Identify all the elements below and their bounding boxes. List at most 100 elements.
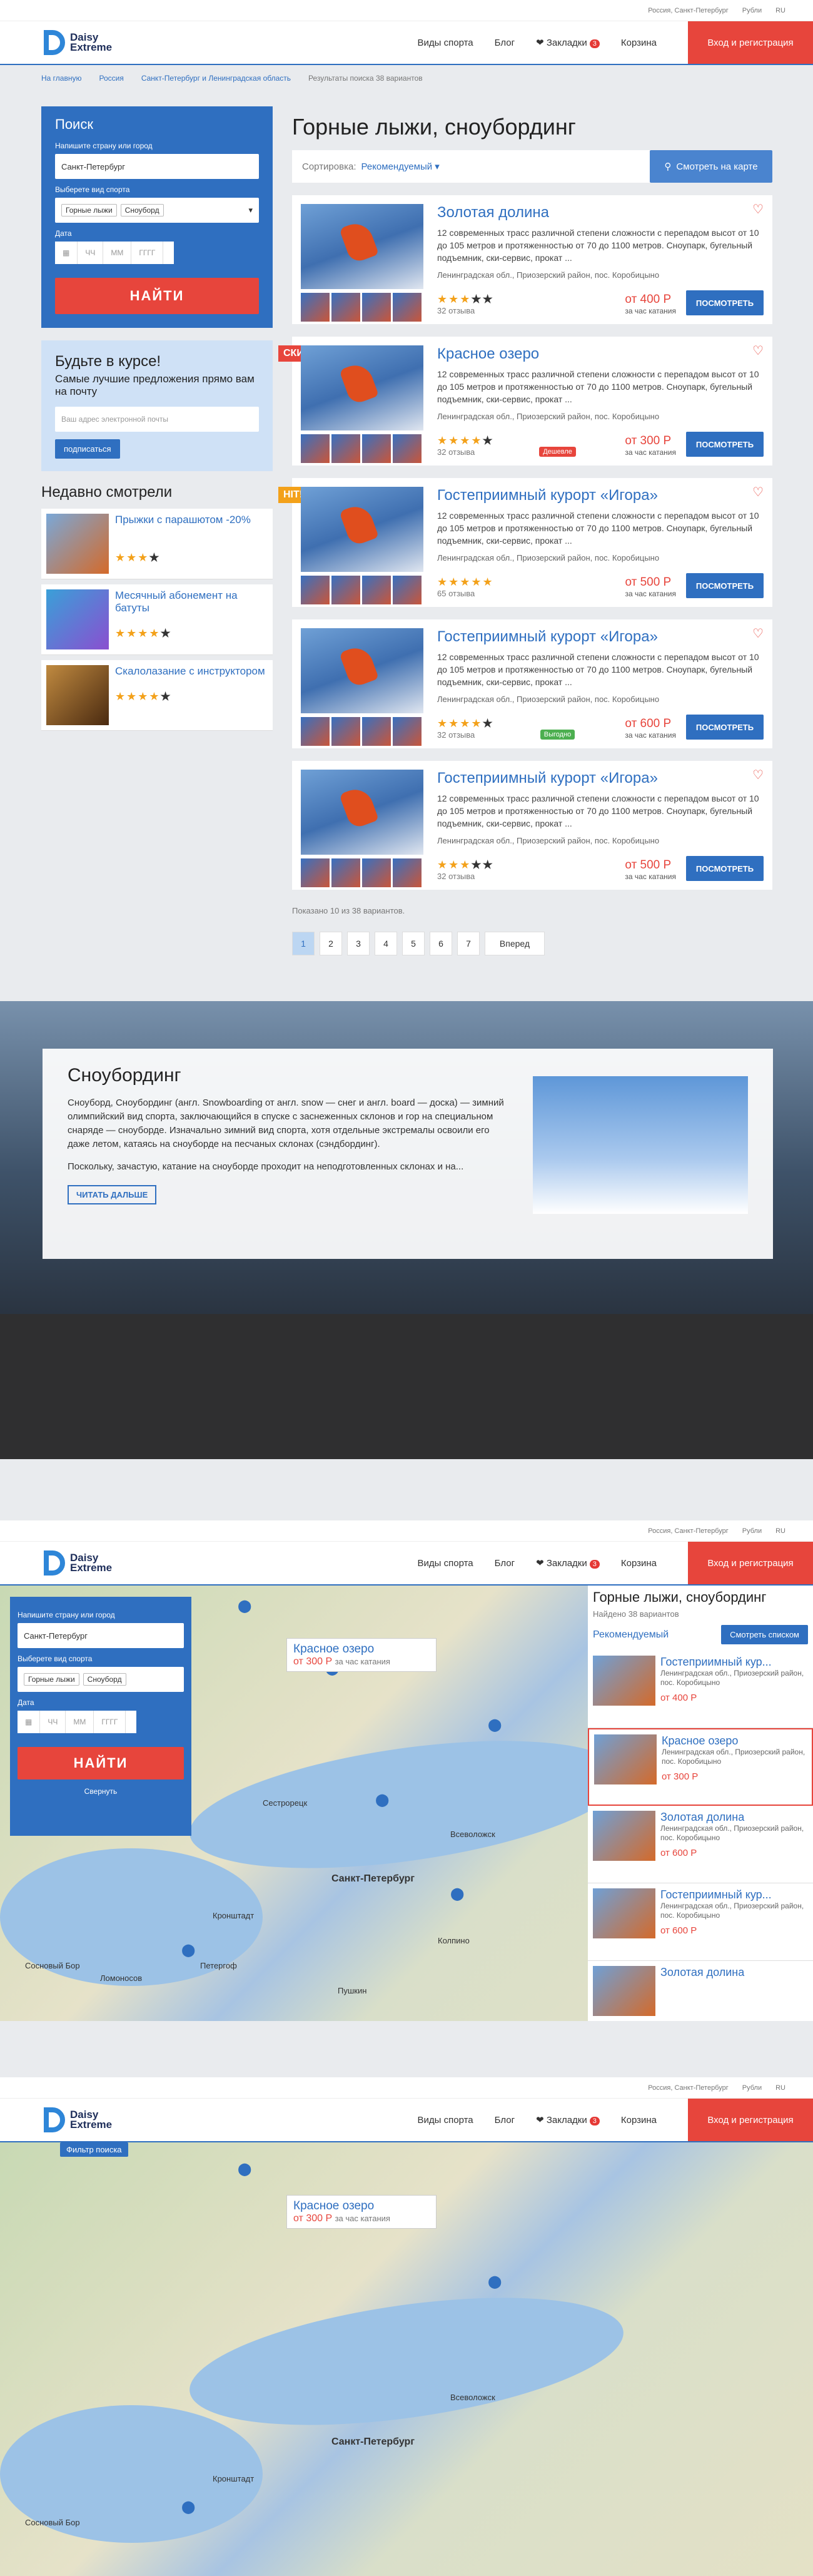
read-more-button[interactable]: ЧИТАТЬ ДАЛЬШЕ xyxy=(68,1185,157,1204)
date-year[interactable]: ГГГГ xyxy=(94,1711,126,1733)
crumb-home[interactable]: На главную xyxy=(41,74,81,83)
card-image[interactable] xyxy=(301,204,423,289)
filter-toggle-button[interactable]: Фильтр поиска xyxy=(60,2142,128,2157)
view-button[interactable]: ПОСМОТРЕТЬ xyxy=(686,573,764,598)
card-image[interactable] xyxy=(301,487,423,572)
sort-select[interactable]: Рекомендуемый xyxy=(593,1629,669,1641)
date-year[interactable]: ГГГГ xyxy=(131,242,164,264)
sport-select[interactable]: Горные лыжи Сноуборд xyxy=(18,1667,184,1692)
nav-cart[interactable]: Корзина xyxy=(621,38,657,48)
login-button[interactable]: Вход и регистрация xyxy=(688,1542,813,1584)
logo[interactable]: Daisy Extreme xyxy=(44,2107,112,2132)
nav-blog[interactable]: Блог xyxy=(495,38,515,48)
nav-cart[interactable]: Корзина xyxy=(621,2115,657,2125)
nav-bookmarks[interactable]: ❤ Закладки 3 xyxy=(536,2114,600,2125)
crumb-russia[interactable]: Россия xyxy=(99,74,123,83)
map-pin-icon[interactable]: ⬤ xyxy=(488,2274,502,2289)
calendar-icon[interactable]: ▦ xyxy=(55,242,78,264)
card-image[interactable] xyxy=(301,345,423,430)
page-link[interactable]: 1 xyxy=(292,932,315,955)
page-link[interactable]: 5 xyxy=(402,932,425,955)
view-button[interactable]: ПОСМОТРЕТЬ xyxy=(685,856,764,881)
language-select[interactable]: RU xyxy=(775,1527,785,1535)
map-pin-icon[interactable]: ⬤ xyxy=(375,1792,389,1808)
recent-item[interactable]: Скалолазание с инструктором ★★★★★ xyxy=(41,660,273,731)
sport-tag[interactable]: Горные лыжи xyxy=(61,204,117,216)
view-button[interactable]: ПОСМОТРЕТЬ xyxy=(685,715,764,740)
card-title[interactable]: Гостеприимный курорт «Игора» xyxy=(437,770,764,787)
result-card[interactable]: СКИДКА -20% Красное озеро12 современных … xyxy=(278,337,772,466)
card-title[interactable]: Золотая долина xyxy=(437,204,764,221)
card-thumb[interactable] xyxy=(362,293,391,322)
date-day[interactable]: ЧЧ xyxy=(40,1711,66,1733)
date-month[interactable]: ММ xyxy=(103,242,132,264)
currency-select[interactable]: Рубли xyxy=(742,7,762,14)
map-view[interactable]: Фильтр поиска Санкт-Петербург Кронштадт … xyxy=(0,2142,813,2576)
search-submit-button[interactable]: НАЙТИ xyxy=(55,278,259,314)
card-thumb[interactable] xyxy=(331,434,360,463)
map-view[interactable]: Санкт-Петербург Кронштадт Петергоф Ломон… xyxy=(0,1586,813,2021)
card-thumb[interactable] xyxy=(331,293,360,322)
card-thumb[interactable] xyxy=(362,717,391,746)
card-gallery[interactable] xyxy=(301,770,423,887)
page-link[interactable]: 7 xyxy=(457,932,480,955)
currency-select[interactable]: Рубли xyxy=(742,2084,762,2092)
card-thumb[interactable] xyxy=(393,717,422,746)
result-card[interactable]: Гостеприимный курорт «Игора» 12 современн… xyxy=(292,619,772,748)
map-result-item[interactable]: Гостеприимный кур... Ленинградская обл., … xyxy=(588,1883,813,1961)
next-page-button[interactable]: Вперед xyxy=(485,932,545,955)
recent-item[interactable]: Месячный абонемент на батуты ★★★★★ xyxy=(41,584,273,655)
map-result-item[interactable]: Гостеприимный кур... Ленинградская обл., … xyxy=(588,1651,813,1728)
collapse-button[interactable]: Свернуть xyxy=(18,1787,184,1796)
sport-select[interactable]: Горные лыжи Сноуборд ▾ xyxy=(55,198,259,223)
card-thumb[interactable] xyxy=(393,858,422,887)
location-select[interactable]: Россия, Санкт-Петербург xyxy=(648,7,728,14)
card-thumb[interactable] xyxy=(331,576,360,604)
reviews-count[interactable]: 32 отзыва xyxy=(437,306,494,315)
bookmark-heart-icon[interactable]: ♡ xyxy=(752,767,764,783)
map-pin-icon[interactable]: ⬤ xyxy=(238,1598,251,1614)
nav-bookmarks[interactable]: ❤ Закладки 3 xyxy=(536,37,600,48)
card-thumb[interactable] xyxy=(301,717,330,746)
nav-blog[interactable]: Блог xyxy=(495,1558,515,1569)
logo[interactable]: Daisy Extreme xyxy=(44,1550,112,1576)
currency-select[interactable]: Рубли xyxy=(742,1527,762,1535)
bookmark-heart-icon[interactable]: ♡ xyxy=(752,201,764,217)
calendar-icon[interactable]: ▦ xyxy=(18,1711,41,1733)
list-view-button[interactable]: Смотреть списком xyxy=(721,1625,808,1644)
card-image[interactable] xyxy=(301,628,423,713)
map-result-item[interactable]: Золотая долина xyxy=(588,1961,813,2021)
nav-sports[interactable]: Виды спорта xyxy=(418,2115,473,2125)
email-field[interactable]: Ваш адрес электронной почты xyxy=(55,407,259,432)
logo[interactable]: Daisy Extreme xyxy=(44,30,112,55)
card-gallery[interactable] xyxy=(301,628,423,746)
map-result-title[interactable]: Золотая долина xyxy=(660,1966,744,1979)
map-popup[interactable]: Красное озеро от 300 Р за час катания xyxy=(286,1638,437,1672)
map-pin-icon[interactable]: ⬤ xyxy=(181,2499,195,2515)
reviews-count[interactable]: 32 отзыва xyxy=(437,447,494,457)
location-select[interactable]: Россия, Санкт-Петербург xyxy=(648,1527,728,1535)
map-pin-icon[interactable]: ⬤ xyxy=(488,1717,502,1733)
card-title[interactable]: Гостеприимный курорт «Игора» xyxy=(437,487,764,504)
card-title[interactable]: Гостеприимный курорт «Игора» xyxy=(437,628,764,646)
result-card[interactable]: HIT! Гостеприимный курорт «Игора» 12 совр… xyxy=(278,478,772,607)
card-gallery[interactable] xyxy=(301,345,423,463)
nav-sports[interactable]: Виды спорта xyxy=(418,1558,473,1569)
nav-cart[interactable]: Корзина xyxy=(621,1558,657,1569)
recent-item[interactable]: Прыжки с парашютом -20% ★★★★ xyxy=(41,509,273,579)
date-day[interactable]: ЧЧ xyxy=(78,242,104,264)
login-button[interactable]: Вход и регистрация xyxy=(688,2099,813,2141)
page-link[interactable]: 4 xyxy=(375,932,397,955)
language-select[interactable]: RU xyxy=(775,2084,785,2092)
card-image[interactable] xyxy=(301,770,423,855)
card-title[interactable]: Красное озеро xyxy=(437,345,764,363)
map-result-title[interactable]: Золотая долина xyxy=(660,1811,808,1824)
map-result-title[interactable]: Гостеприимный кур... xyxy=(660,1656,808,1669)
sport-tag[interactable]: Сноуборд xyxy=(120,204,164,216)
card-thumb[interactable] xyxy=(362,576,391,604)
page-link[interactable]: 2 xyxy=(320,932,342,955)
nav-bookmarks[interactable]: ❤ Закладки 3 xyxy=(536,1557,600,1569)
sort-select[interactable]: Рекомендуемый ▾ xyxy=(361,161,440,172)
card-thumb[interactable] xyxy=(301,858,330,887)
card-thumb[interactable] xyxy=(393,293,422,322)
